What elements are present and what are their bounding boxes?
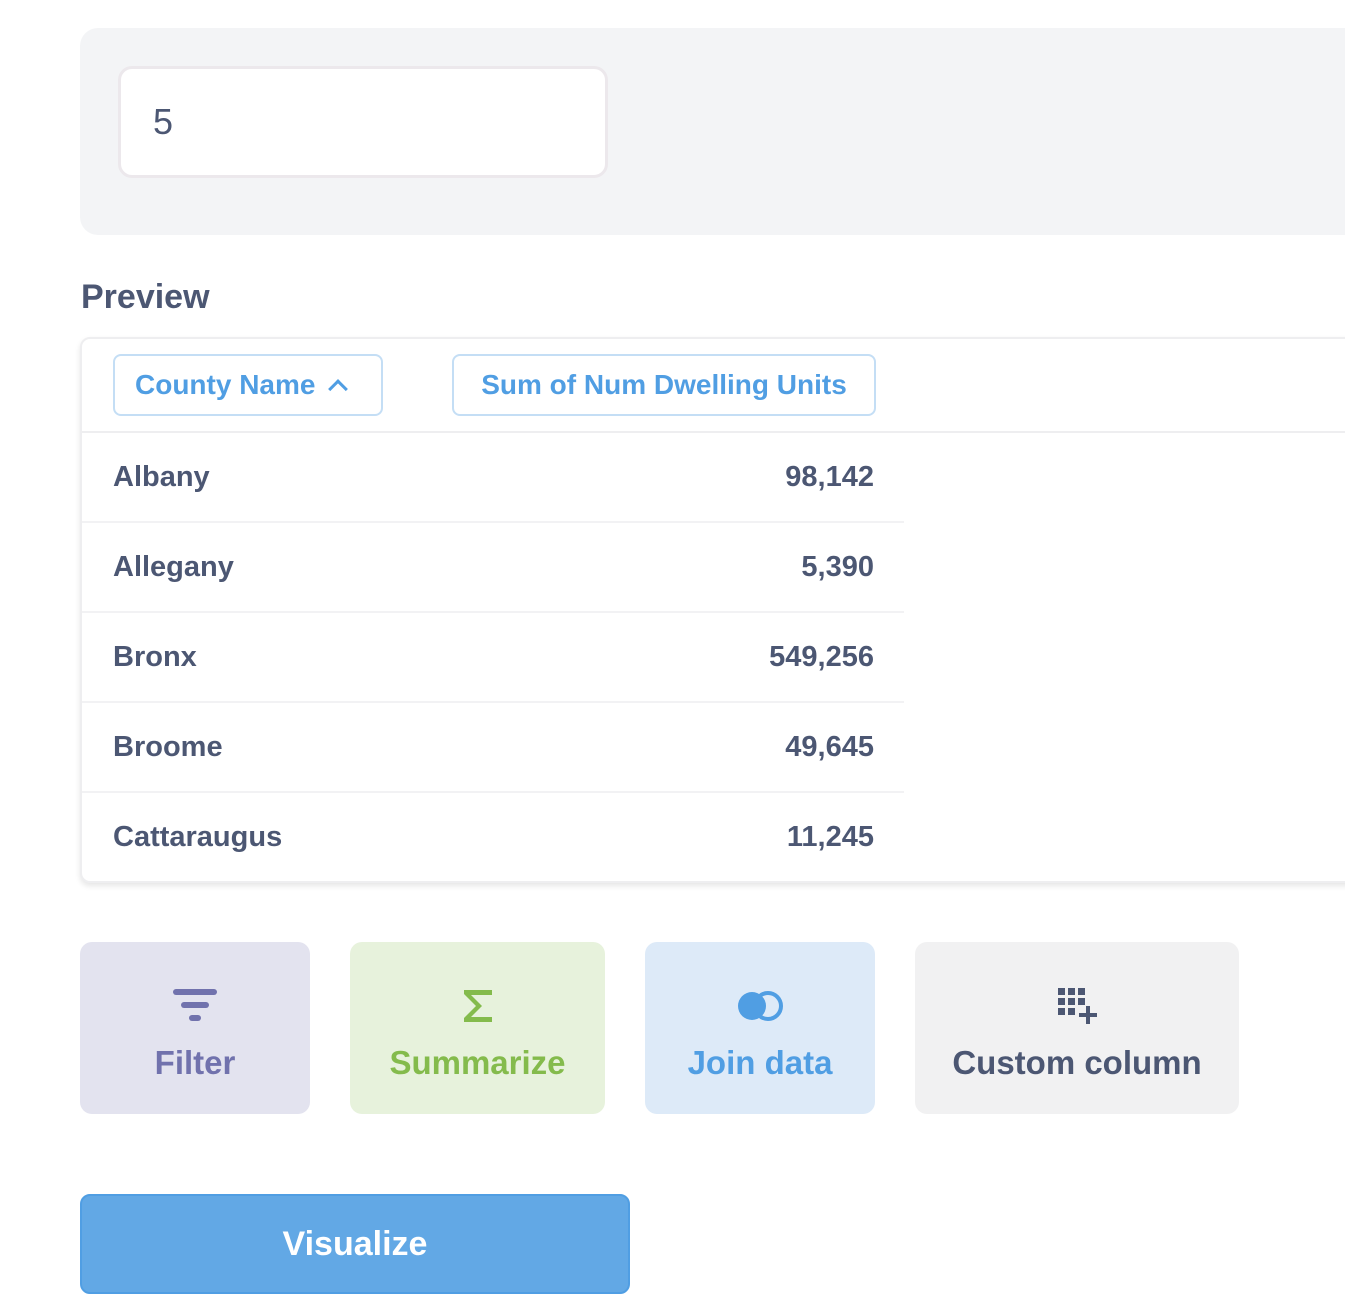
visualize-label: Visualize <box>282 1224 428 1263</box>
table-row: Allegany 5,390 <box>82 523 904 613</box>
table-header: County Name Sum of Num Dwelling Units <box>82 339 1345 433</box>
filter-icon <box>172 978 218 1034</box>
cell-county-name: Cattaraugus <box>113 821 283 853</box>
cell-sum: 549,256 <box>769 641 874 673</box>
cell-sum: 98,142 <box>785 461 874 493</box>
table-row: Cattaraugus 11,245 <box>82 793 904 881</box>
preview-title: Preview <box>81 278 210 316</box>
row-limit-input[interactable] <box>118 66 608 178</box>
cell-sum: 49,645 <box>785 731 874 763</box>
join-icon <box>735 978 785 1034</box>
filter-button[interactable]: Filter <box>80 942 310 1114</box>
filter-label: Filter <box>154 1044 236 1081</box>
summarize-button[interactable]: Summarize <box>350 942 605 1114</box>
preview-table: County Name Sum of Num Dwelling Units Al… <box>80 337 1345 883</box>
visualize-button[interactable]: Visualize <box>80 1194 630 1294</box>
join-data-button[interactable]: Join data <box>645 942 875 1114</box>
cell-county-name: Broome <box>113 731 223 763</box>
cell-county-name: Bronx <box>113 641 197 673</box>
limit-card <box>80 28 1345 235</box>
column-header-county-name[interactable]: County Name <box>113 354 383 416</box>
column-header-sum-dwelling-units[interactable]: Sum of Num Dwelling Units <box>452 354 876 416</box>
column-header-label: Sum of Num Dwelling Units <box>481 369 847 400</box>
summarize-label: Summarize <box>389 1044 566 1081</box>
column-header-label: County Name <box>135 369 316 400</box>
add-column-icon <box>1056 978 1098 1034</box>
custom-column-button[interactable]: Custom column <box>915 942 1239 1114</box>
sigma-icon <box>460 978 496 1034</box>
cell-sum: 5,390 <box>801 551 874 583</box>
cell-county-name: Allegany <box>113 551 234 583</box>
join-data-label: Join data <box>687 1044 833 1081</box>
cell-county-name: Albany <box>113 461 210 493</box>
table-row: Bronx 549,256 <box>82 613 904 703</box>
table-row: Broome 49,645 <box>82 703 904 793</box>
sort-ascending-icon <box>328 379 349 399</box>
cell-sum: 11,245 <box>786 821 874 853</box>
custom-column-label: Custom column <box>952 1044 1202 1081</box>
table-row: Albany 98,142 <box>82 433 904 523</box>
